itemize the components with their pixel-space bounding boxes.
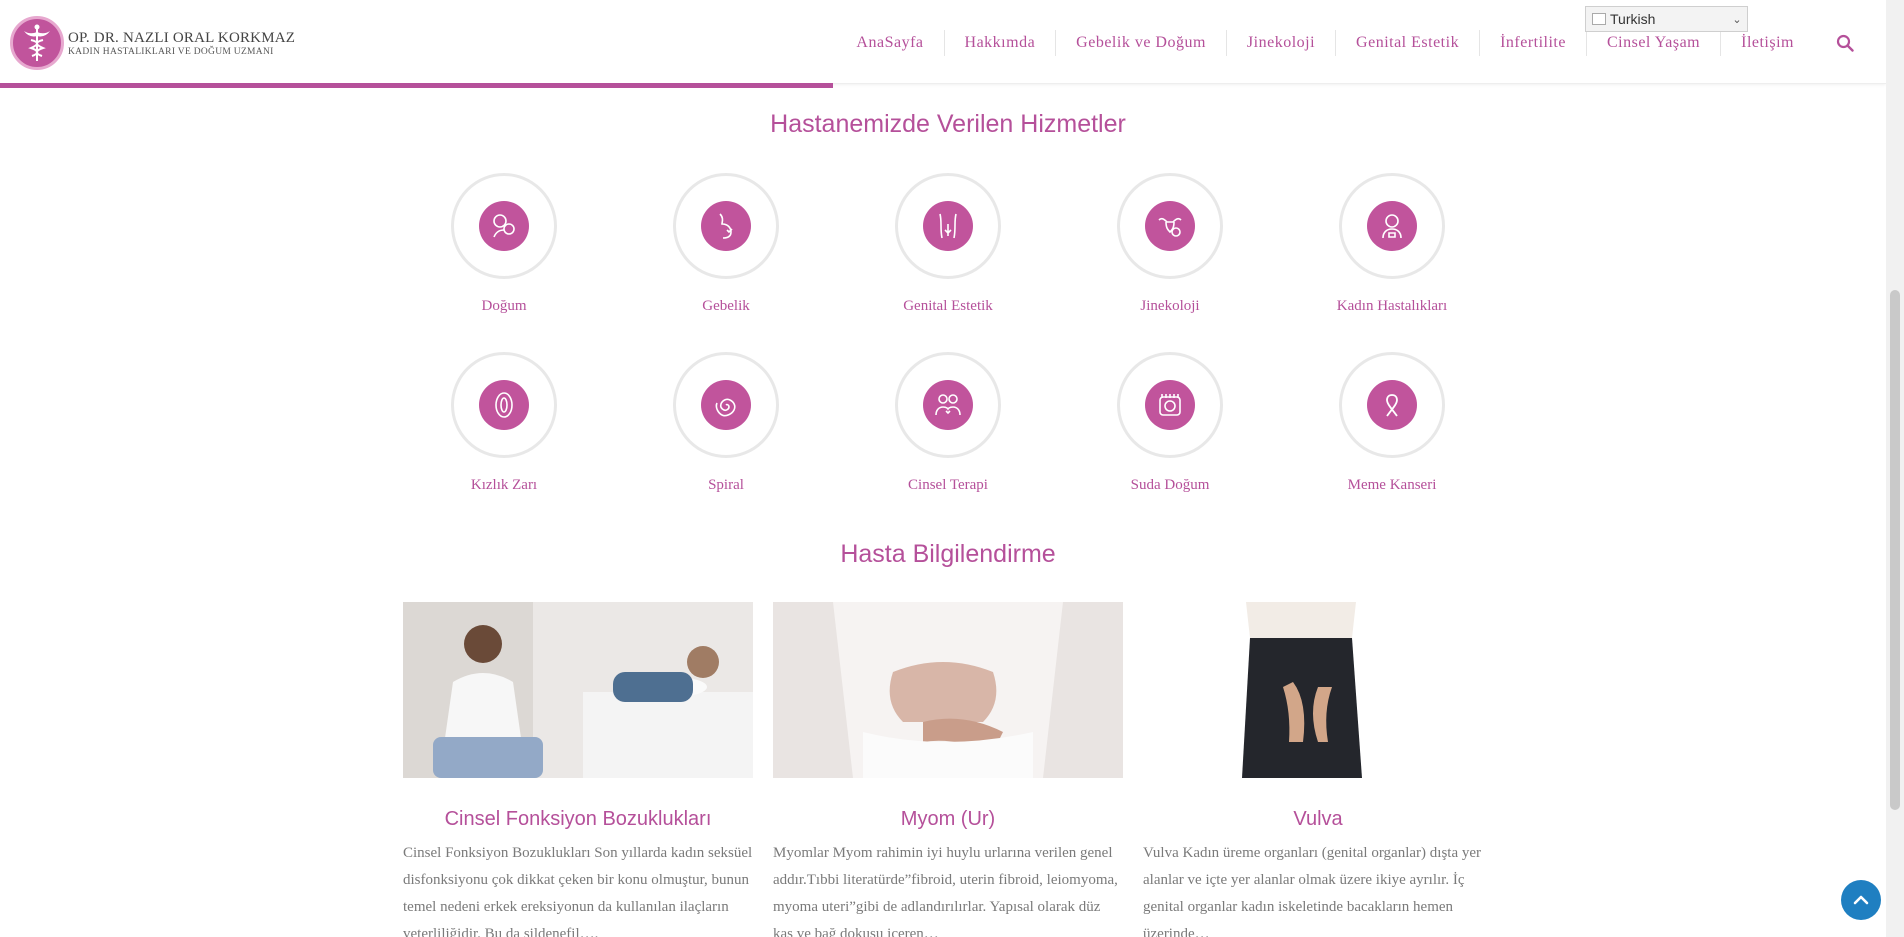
nav-sexual-life[interactable]: Cinsel Yaşam xyxy=(1587,30,1722,56)
article-image[interactable] xyxy=(773,602,1123,778)
article-title[interactable]: Cinsel Fonksiyon Bozuklukları xyxy=(403,808,753,831)
reading-progress-bar xyxy=(0,83,833,88)
mother-baby-icon xyxy=(479,201,529,251)
article-excerpt: Myomlar Myom rahimin iyi huylu urlarına … xyxy=(773,845,1118,937)
articles-title: Hasta Bilgilendirme xyxy=(840,540,1056,568)
service-label: Gebelik xyxy=(702,298,750,314)
article-title[interactable]: Myom (Ur) xyxy=(773,808,1123,831)
article-excerpt: Cinsel Fonksiyon Bozuklukları Son yıllar… xyxy=(403,845,753,937)
article-title[interactable]: Vulva xyxy=(1143,808,1493,831)
article-excerpt: Vulva Kadın üreme organları (genital org… xyxy=(1143,845,1482,937)
service-item[interactable]: Spiral xyxy=(646,352,806,494)
nav-gynecology[interactable]: Jinekoloji xyxy=(1227,30,1337,56)
service-item[interactable]: Cinsel Terapi xyxy=(868,352,1028,494)
uterus-icon xyxy=(1145,201,1195,251)
article-image[interactable] xyxy=(1143,602,1493,778)
woman-doctor-icon xyxy=(1367,201,1417,251)
nav-genital-aesthetics[interactable]: Genital Estetik xyxy=(1336,30,1481,56)
article-image[interactable] xyxy=(403,602,753,778)
service-label: Suda Doğum xyxy=(1130,477,1210,493)
service-label: Meme Kanseri xyxy=(1347,477,1437,493)
caduceus-icon xyxy=(10,16,64,70)
logo-subtitle: KADIN HASTALIKLARI VE DOĞUM UZMANI xyxy=(68,46,274,57)
service-item[interactable]: Suda Doğum xyxy=(1090,352,1250,494)
main-nav: AnaSayfa Hakkımda Gebelik ve Doğum Jinek… xyxy=(836,30,1854,56)
nav-home[interactable]: AnaSayfa xyxy=(836,30,945,56)
service-label: Jinekoloji xyxy=(1140,298,1200,314)
logo-name: OP. DR. NAZLI ORAL KORKMAZ xyxy=(68,29,296,46)
service-label: Kızlık Zarı xyxy=(470,477,538,493)
service-label: Spiral xyxy=(708,477,744,493)
body-icon xyxy=(923,201,973,251)
article-card[interactable]: Cinsel Fonksiyon Bozuklukları Cinsel Fon… xyxy=(403,602,753,937)
service-item[interactable]: Kadın Hastalıkları xyxy=(1312,173,1472,315)
service-item[interactable]: Kızlık Zarı xyxy=(424,352,584,494)
nav-pregnancy-birth[interactable]: Gebelik ve Doğum xyxy=(1056,30,1227,56)
ribbon-icon xyxy=(1367,380,1417,430)
search-icon[interactable] xyxy=(1836,34,1854,52)
language-select[interactable]: Turkish ⌄ xyxy=(1585,6,1748,32)
service-item[interactable]: Jinekoloji xyxy=(1090,173,1250,315)
water-birth-icon xyxy=(1145,380,1195,430)
page-scrollbar[interactable] xyxy=(1886,0,1904,937)
service-item[interactable]: Genital Estetik xyxy=(868,173,1028,315)
nav-about[interactable]: Hakkımda xyxy=(945,30,1057,56)
site-logo[interactable]: OP. DR. NAZLI ORAL KORKMAZ KADIN HASTALI… xyxy=(10,16,295,70)
spiral-icon xyxy=(701,380,751,430)
flag-icon xyxy=(1592,13,1606,25)
article-card[interactable]: Myom (Ur) Myomlar Myom rahimin iyi huylu… xyxy=(773,602,1123,937)
service-item[interactable]: Meme Kanseri xyxy=(1312,352,1472,494)
chevron-up-icon xyxy=(1853,895,1869,905)
service-label: Doğum xyxy=(481,298,527,314)
services-title: Hastanemizde Verilen Hizmetler xyxy=(770,110,1126,138)
language-selected: Turkish xyxy=(1610,11,1656,27)
nav-contact[interactable]: İletişim xyxy=(1721,30,1814,56)
service-item[interactable]: Gebelik xyxy=(646,173,806,315)
service-label: Genital Estetik xyxy=(903,298,993,314)
service-label: Kadın Hastalıkları xyxy=(1336,298,1448,314)
hymen-icon xyxy=(479,380,529,430)
chevron-down-icon: ⌄ xyxy=(1732,13,1742,26)
back-to-top-button[interactable] xyxy=(1841,880,1881,920)
article-card[interactable]: Vulva Vulva Kadın üreme organları (genit… xyxy=(1143,602,1493,937)
service-label: Cinsel Terapi xyxy=(908,477,988,493)
scrollbar-thumb[interactable] xyxy=(1890,290,1900,810)
couple-icon xyxy=(923,380,973,430)
service-item[interactable]: Doğum xyxy=(424,173,584,315)
nav-infertility[interactable]: İnfertilite xyxy=(1480,30,1587,56)
pregnancy-icon xyxy=(701,201,751,251)
